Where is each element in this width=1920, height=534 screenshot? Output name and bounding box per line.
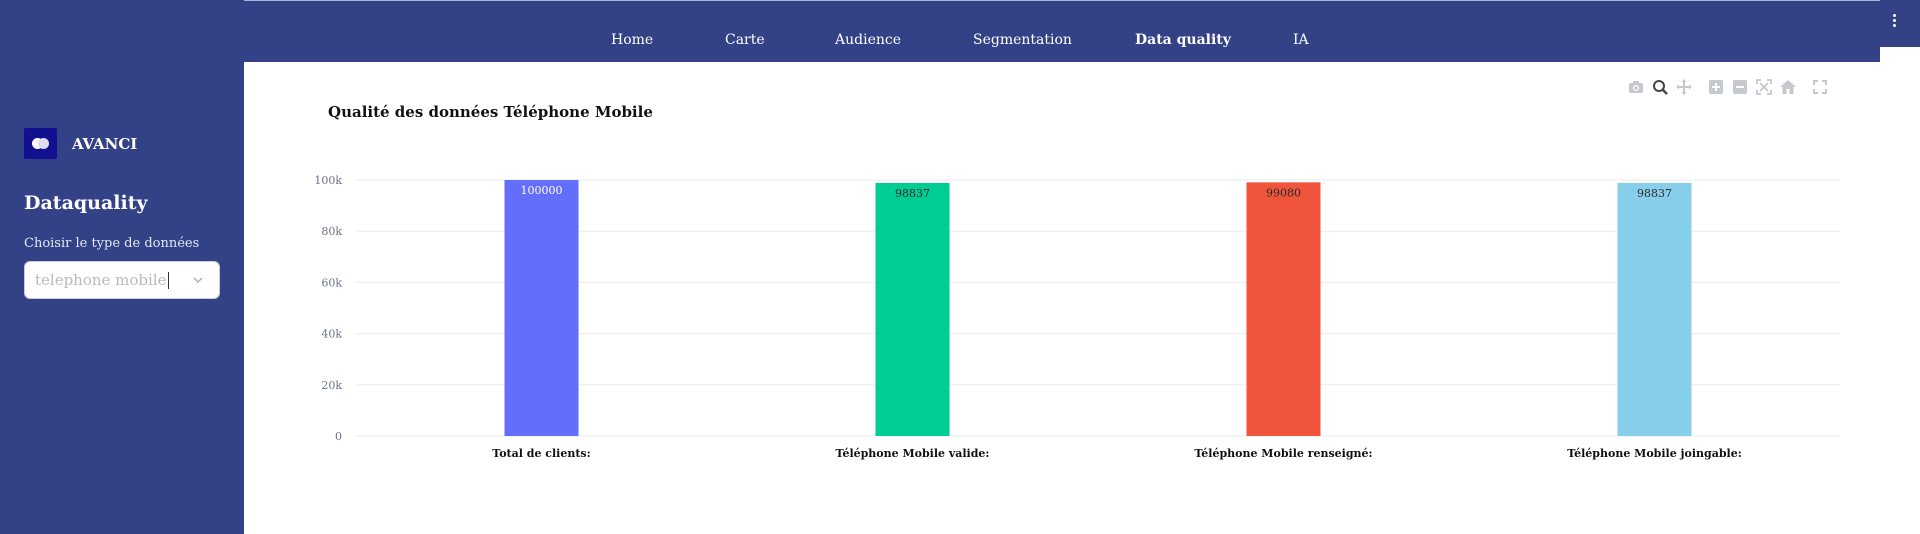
nav-ia[interactable]: IA bbox=[1293, 32, 1309, 48]
x-tick-label: Téléphone Mobile renseigné: bbox=[1194, 447, 1372, 460]
nav-carte[interactable]: Carte bbox=[725, 32, 765, 48]
text-cursor bbox=[167, 271, 169, 289]
select-value: telephone mobile bbox=[35, 271, 167, 289]
x-tick-label: Total de clients: bbox=[492, 447, 590, 460]
brand-name: AVANCI bbox=[72, 134, 138, 153]
y-tick-label: 0 bbox=[335, 430, 342, 443]
bar-chart: 0 20k 40k 60k 80k 100k 100000 Total de clients:… bbox=[314, 174, 1840, 460]
select-label: Choisir le type de données bbox=[24, 236, 200, 251]
brand[interactable]: AVANCI bbox=[24, 128, 137, 159]
y-tick-label: 40k bbox=[321, 328, 342, 341]
data-label: 99080 bbox=[1266, 186, 1301, 199]
data-label: 98837 bbox=[1637, 187, 1672, 200]
nav-audience[interactable]: Audience bbox=[835, 32, 901, 48]
sidebar: AVANCI Dataquality Choisir le type de do… bbox=[0, 0, 244, 534]
chevron-down-icon[interactable] bbox=[191, 273, 205, 287]
bar bbox=[1617, 182, 1692, 436]
data-label: 100000 bbox=[521, 184, 563, 197]
y-tick-label: 80k bbox=[321, 225, 342, 238]
top-nav: Home Carte Audience Segmentation Data qu… bbox=[244, 0, 1880, 62]
data-type-select[interactable]: telephone mobile bbox=[24, 261, 220, 299]
nav-segmentation[interactable]: Segmentation bbox=[973, 32, 1072, 48]
x-tick-label: Téléphone Mobile valide: bbox=[836, 447, 990, 460]
y-tick-label: 20k bbox=[321, 379, 342, 392]
nav-data-quality[interactable]: Data quality bbox=[1135, 32, 1231, 48]
brand-logo bbox=[24, 128, 57, 159]
more-options-icon[interactable] bbox=[1893, 14, 1899, 29]
bar bbox=[504, 180, 579, 436]
page-title: Dataquality bbox=[24, 192, 148, 214]
x-tick-label: Téléphone Mobile joingable: bbox=[1567, 447, 1742, 460]
main-content: Qualité des données Téléphone Mobile 0 20… bbox=[244, 62, 1920, 534]
top-right-corner bbox=[1880, 0, 1920, 47]
data-label: 98837 bbox=[895, 187, 930, 200]
y-tick-label: 60k bbox=[321, 276, 342, 289]
bar bbox=[875, 182, 950, 436]
y-tick-label: 100k bbox=[314, 174, 342, 187]
nav-home[interactable]: Home bbox=[611, 32, 653, 48]
bar bbox=[1246, 182, 1321, 436]
